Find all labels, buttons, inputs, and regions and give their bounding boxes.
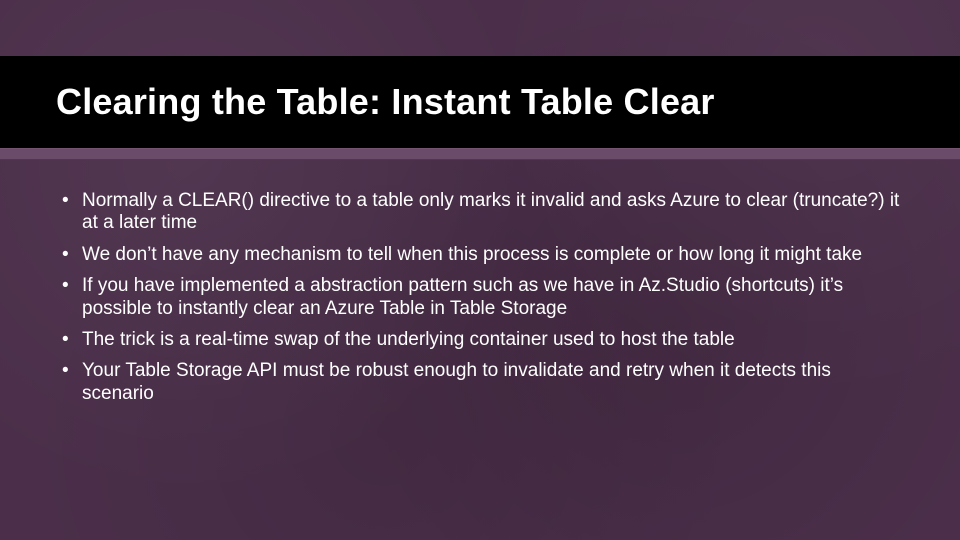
accent-bar xyxy=(0,148,960,160)
slide-title: Clearing the Table: Instant Table Clear xyxy=(0,82,715,122)
title-band: Clearing the Table: Instant Table Clear xyxy=(0,56,960,148)
bullet-item: The trick is a real-time swap of the und… xyxy=(60,329,900,351)
bullet-item: If you have implemented a abstraction pa… xyxy=(60,275,900,320)
bullet-list: Normally a CLEAR() directive to a table … xyxy=(60,190,900,405)
bullet-item: We don’t have any mechanism to tell when… xyxy=(60,244,900,266)
slide-body: Normally a CLEAR() directive to a table … xyxy=(60,190,900,414)
slide: Clearing the Table: Instant Table Clear … xyxy=(0,0,960,540)
bullet-item: Normally a CLEAR() directive to a table … xyxy=(60,190,900,235)
bullet-item: Your Table Storage API must be robust en… xyxy=(60,360,900,405)
